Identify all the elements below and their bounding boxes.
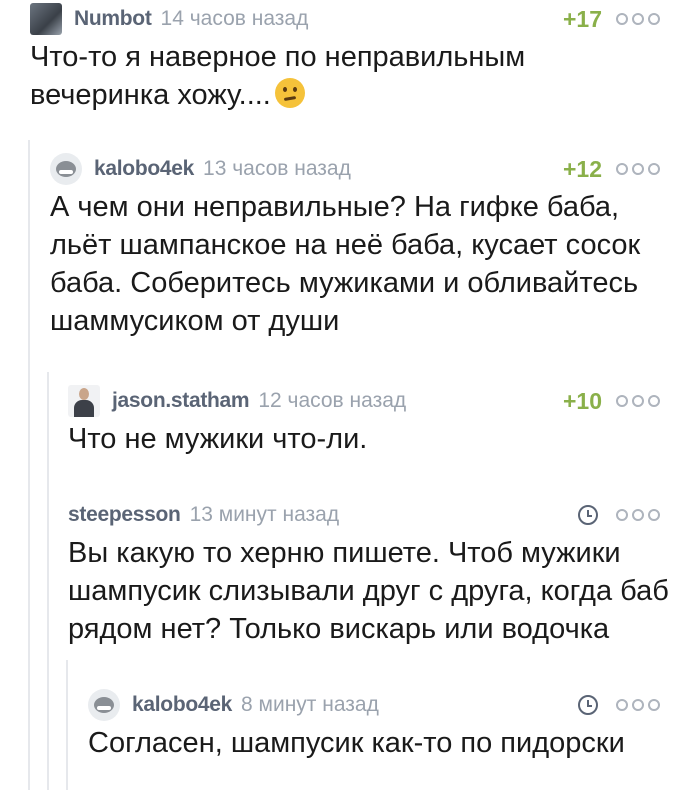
author-name[interactable]: jason.statham [112, 389, 250, 413]
rating-value: +12 [562, 155, 602, 182]
comment-header: kalobo4ek 8 минут назад [88, 688, 660, 722]
author-name[interactable]: Numbot [74, 7, 152, 31]
more-options-icon[interactable] [616, 699, 660, 711]
comment: kalobo4ek 13 часов назад +12 А чем они н… [50, 152, 660, 340]
comment-time: 8 минут назад [241, 693, 379, 716]
comment-time: 13 часов назад [203, 157, 351, 180]
comment: jason.statham 12 часов назад +10 Что не … [68, 384, 660, 458]
rating-value: +17 [562, 5, 602, 32]
avatar[interactable] [88, 689, 120, 721]
more-options-icon[interactable] [616, 13, 660, 25]
comment-time: 12 часов назад [258, 389, 407, 412]
comment-header: steepesson 13 минут назад [68, 498, 660, 532]
more-options-icon[interactable] [616, 395, 660, 407]
rating-value: +10 [562, 387, 602, 414]
author-name[interactable]: kalobo4ek [132, 693, 232, 717]
avatar[interactable] [68, 385, 100, 417]
author-name[interactable]: kalobo4ek [94, 157, 194, 181]
comment-actions: +17 [563, 2, 660, 36]
comment-time: 13 минут назад [189, 503, 340, 526]
comment: Numbot 14 часов назад +17 Что-то я навер… [30, 2, 660, 114]
comment-text: Что-то я наверное по неправильным вечери… [30, 38, 660, 114]
comment-text: Согласен, шампусик как-то по пидорски [88, 727, 625, 759]
author-name[interactable]: steepesson [68, 503, 181, 527]
thinking-face-icon [274, 78, 305, 108]
comment: steepesson 13 минут назад Вы какую то хе… [68, 498, 669, 648]
comment-text: Что не мужики что-ли. [68, 423, 368, 455]
thread-line [47, 372, 49, 790]
avatar[interactable] [50, 153, 82, 185]
comment-actions [578, 498, 660, 532]
comment-actions [578, 688, 660, 722]
more-options-icon[interactable] [616, 163, 660, 175]
clock-icon [578, 695, 598, 715]
comment-actions: +10 [563, 384, 660, 418]
comment: kalobo4ek 8 минут назад Согласен, шампус… [88, 688, 660, 762]
comment-text: Вы какую то херню пишете. Чтоб мужики ша… [68, 537, 669, 645]
more-options-icon[interactable] [616, 509, 660, 521]
thread-line [28, 140, 30, 790]
comment-text: А чем они неправильные? На гифке баба, л… [50, 191, 641, 337]
thread-line [66, 660, 68, 790]
clock-icon [578, 505, 598, 525]
avatar[interactable] [30, 3, 62, 35]
comment-actions: +12 [563, 152, 660, 186]
comment-time: 14 часов назад [160, 7, 309, 30]
